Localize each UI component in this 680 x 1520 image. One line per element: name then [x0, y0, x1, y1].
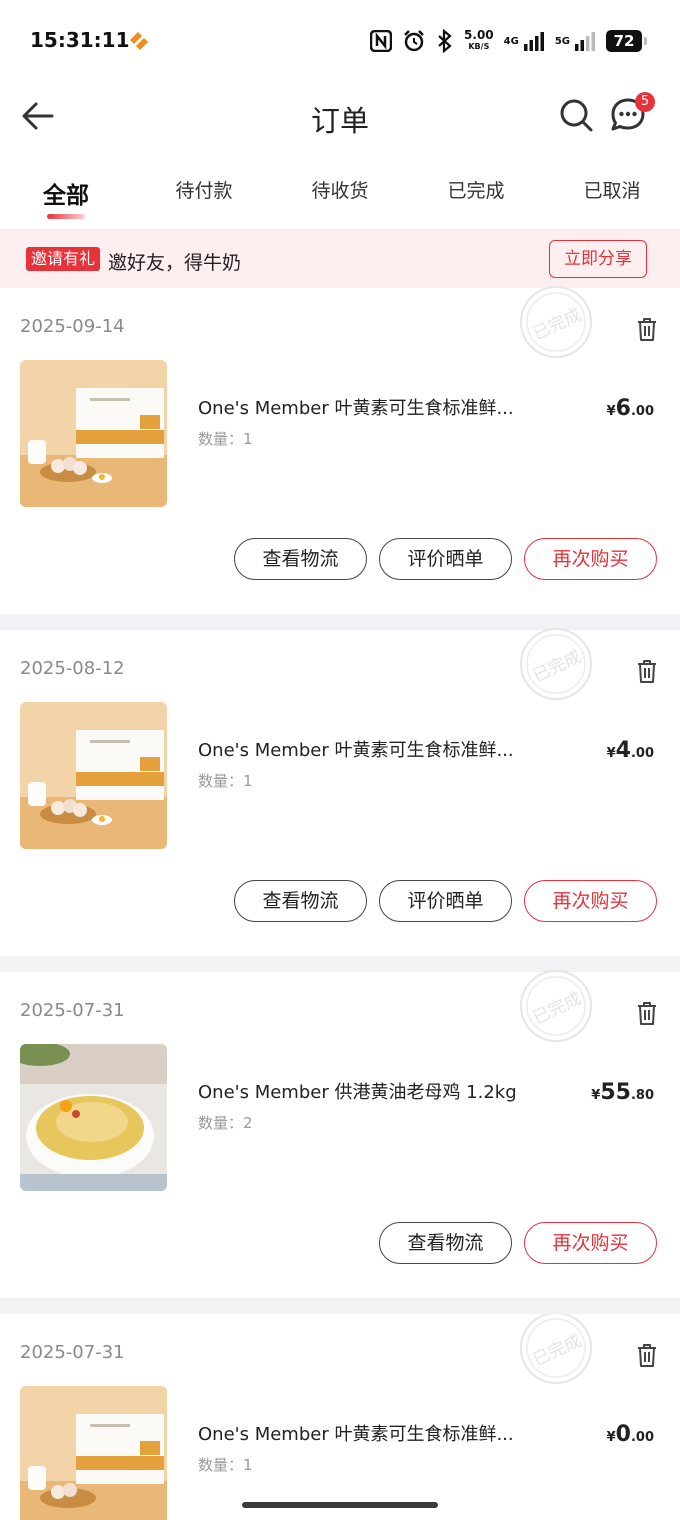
- signal-4g-icon: [523, 32, 544, 51]
- search-icon[interactable]: [557, 96, 595, 134]
- order-date: 2025-08-12: [20, 658, 125, 679]
- message-count-badge: 5: [635, 92, 655, 112]
- product-image[interactable]: [20, 702, 167, 849]
- network-4g-label: 4G: [503, 35, 519, 47]
- nav-header: 订单: [0, 82, 680, 152]
- status-icons: 5.00 KB/S 4G 5G 72: [370, 26, 647, 56]
- product-quantity: 数量：1: [198, 772, 253, 790]
- invite-banner: 邀请有礼 邀好友，得牛奶 立即分享: [0, 230, 680, 288]
- app-notification-icon: [130, 32, 148, 50]
- home-indicator[interactable]: [242, 1502, 438, 1508]
- review-button[interactable]: 评价晒单: [379, 880, 512, 922]
- order-card[interactable]: 已完成 2025-07-31 One's Member 供港黄油老母鸡 1.2k…: [0, 970, 680, 1298]
- product-image[interactable]: [20, 1044, 167, 1191]
- active-tab-indicator: [47, 214, 85, 219]
- product-name[interactable]: One's Member 叶黄素可生食标准鲜...: [198, 1420, 514, 1446]
- review-button[interactable]: 评价晒单: [379, 538, 512, 580]
- product-price: ¥6.00: [606, 396, 654, 421]
- signal-5g-icon: [575, 32, 595, 51]
- bluetooth-icon: [438, 29, 452, 53]
- battery-icon: 72: [606, 30, 647, 52]
- trash-icon[interactable]: [636, 1342, 658, 1368]
- tab-pending-payment[interactable]: 待付款: [144, 176, 264, 203]
- product-price: ¥55.80: [591, 1080, 654, 1105]
- product-image[interactable]: [20, 360, 167, 507]
- product-quantity: 数量：2: [198, 1114, 253, 1132]
- svg-text:已完成: 已完成: [530, 1331, 585, 1371]
- view-logistics-button[interactable]: 查看物流: [234, 880, 367, 922]
- svg-text:已完成: 已完成: [530, 305, 585, 345]
- completed-stamp-icon: 已完成: [520, 1314, 592, 1384]
- completed-stamp-icon: 已完成: [520, 286, 592, 358]
- trash-icon[interactable]: [636, 316, 658, 342]
- network-speed: 5.00 KB/S: [464, 28, 494, 51]
- status-time: 15:31:11: [30, 28, 130, 52]
- svg-text:已完成: 已完成: [530, 989, 585, 1029]
- buy-again-button[interactable]: 再次购买: [524, 1222, 657, 1264]
- nfc-icon: [370, 30, 393, 52]
- product-price: ¥0.00: [606, 1422, 654, 1447]
- order-date: 2025-09-14: [20, 316, 125, 337]
- product-image[interactable]: [20, 1386, 167, 1520]
- share-now-button[interactable]: 立即分享: [549, 240, 647, 278]
- buy-again-button[interactable]: 再次购买: [524, 538, 657, 580]
- completed-stamp-icon: 已完成: [520, 628, 592, 700]
- order-date: 2025-07-31: [20, 1000, 125, 1021]
- tab-completed[interactable]: 已完成: [416, 176, 536, 203]
- product-quantity: 数量：1: [198, 1456, 253, 1474]
- tab-all[interactable]: 全部: [6, 176, 126, 210]
- order-date: 2025-07-31: [20, 1342, 125, 1363]
- network-5g-label: 5G: [554, 35, 570, 47]
- invite-text: 邀好友，得牛奶: [108, 252, 242, 274]
- product-name[interactable]: One's Member 供港黄油老母鸡 1.2kg: [198, 1078, 517, 1104]
- view-logistics-button[interactable]: 查看物流: [379, 1222, 512, 1264]
- completed-stamp-icon: 已完成: [520, 970, 592, 1042]
- product-price: ¥4.00: [606, 738, 654, 763]
- trash-icon[interactable]: [636, 1000, 658, 1026]
- trash-icon[interactable]: [636, 658, 658, 684]
- buy-again-button[interactable]: 再次购买: [524, 880, 657, 922]
- svg-text:已完成: 已完成: [530, 647, 585, 687]
- order-card[interactable]: 已完成 2025-07-31 One's Member 叶黄素可生食标准鲜...…: [0, 1314, 680, 1520]
- order-card[interactable]: 已完成 2025-08-12 One's Member 叶黄素可生食标准鲜...…: [0, 628, 680, 956]
- status-bar: 15:31:11 5.00 KB/S 4G 5G 72: [0, 0, 680, 82]
- product-quantity: 数量：1: [198, 430, 253, 448]
- invite-tag: 邀请有礼: [26, 247, 101, 271]
- alarm-icon: [404, 30, 424, 52]
- order-tabs: 全部 待付款 待收货 已完成 已取消: [0, 152, 680, 230]
- order-card[interactable]: 已完成 2025-09-14 One's Member 叶黄素可生食标准鲜...…: [0, 286, 680, 614]
- tab-cancelled[interactable]: 已取消: [552, 176, 672, 203]
- tab-pending-receipt[interactable]: 待收货: [280, 176, 400, 203]
- product-name[interactable]: One's Member 叶黄素可生食标准鲜...: [198, 736, 514, 762]
- view-logistics-button[interactable]: 查看物流: [234, 538, 367, 580]
- product-name[interactable]: One's Member 叶黄素可生食标准鲜...: [198, 394, 514, 420]
